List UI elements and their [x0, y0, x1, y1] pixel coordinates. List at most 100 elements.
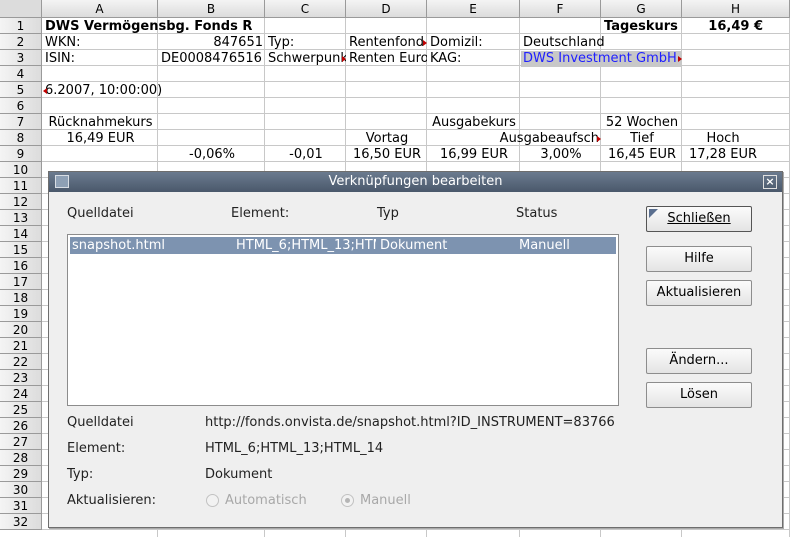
detail-update-label: Aktualisieren: — [67, 493, 157, 508]
cell-h1[interactable]: 16,49 € — [683, 19, 765, 35]
row-header-2[interactable]: 2 — [0, 34, 42, 50]
help-button-label: Hilfe — [684, 251, 714, 266]
cell-d9[interactable]: 16,50 EUR — [347, 147, 427, 163]
help-button[interactable]: Hilfe — [646, 246, 752, 272]
row-header-20[interactable]: 20 — [0, 322, 42, 338]
column-header-d[interactable]: D — [346, 0, 427, 18]
column-header-f[interactable]: F — [520, 0, 601, 18]
close-button[interactable]: Schließen — [646, 206, 752, 232]
row-header-29[interactable]: 29 — [0, 466, 42, 482]
cell-g1[interactable]: Tageskurs — [602, 19, 682, 35]
cell-d2[interactable]: Rentenfond — [347, 35, 427, 51]
row-header-14[interactable]: 14 — [0, 226, 42, 242]
cell-a1[interactable]: DWS Vermögensbg. Fonds R — [43, 19, 343, 35]
row-header-15[interactable]: 15 — [0, 242, 42, 258]
cell-e3[interactable]: KAG: — [428, 51, 520, 67]
cell-g8[interactable]: Tief — [602, 131, 682, 147]
dialog-titlebar[interactable]: Verknüpfungen bearbeiten × — [49, 172, 782, 192]
row-header-12[interactable]: 12 — [0, 194, 42, 210]
row-header-22[interactable]: 22 — [0, 354, 42, 370]
grid-line-horizontal — [42, 529, 790, 530]
update-button[interactable]: Aktualisieren — [646, 280, 752, 306]
radio-manual[interactable] — [341, 494, 354, 507]
links-list[interactable]: snapshot.html HTML_6;HTML_13;HTML_14 Dok… — [67, 234, 619, 406]
row-header-8[interactable]: 8 — [0, 130, 42, 146]
grid-line-horizontal — [42, 81, 790, 82]
cell-c9[interactable]: -0,01 — [266, 147, 346, 163]
row-header-26[interactable]: 26 — [0, 418, 42, 434]
row-header-13[interactable]: 13 — [0, 210, 42, 226]
cell-e2[interactable]: Domizil: — [428, 35, 520, 51]
cell-a7[interactable]: Rücknahmekurs — [43, 115, 158, 131]
cell-a2[interactable]: WKN: — [43, 35, 158, 51]
list-item[interactable]: snapshot.html HTML_6;HTML_13;HTML_14 Dok… — [70, 237, 616, 254]
cell-f8[interactable]: Ausgabeaufsch — [490, 131, 601, 147]
cell-c3[interactable]: Schwerpunk — [266, 51, 346, 67]
row-header-7[interactable]: 7 — [0, 114, 42, 130]
cell-b2[interactable]: 847651 — [159, 35, 265, 51]
row-header-9[interactable]: 9 — [0, 146, 42, 162]
cell-b9[interactable]: -0,06% — [159, 147, 265, 163]
header-element[interactable]: Element: — [231, 206, 289, 221]
cell-g9[interactable]: 16,45 EUR — [602, 147, 682, 163]
cell-g7[interactable]: 52 Wochen — [602, 115, 682, 131]
header-status[interactable]: Status — [516, 206, 557, 221]
radio-automatic[interactable] — [206, 494, 219, 507]
column-header-a[interactable]: A — [42, 0, 158, 18]
list-item-type: Dokument — [380, 238, 448, 253]
detail-element-label: Element: — [67, 441, 126, 456]
cell-h9[interactable]: 17,28 EUR — [683, 147, 763, 163]
row-header-21[interactable]: 21 — [0, 338, 42, 354]
radio-automatic-label[interactable]: Automatisch — [225, 493, 307, 508]
header-source[interactable]: Quelldatei — [67, 206, 134, 221]
column-header-h[interactable]: H — [682, 0, 790, 18]
cell-f3-link[interactable]: DWS Investment GmbH — [521, 51, 682, 67]
close-button-label: Schließen — [667, 211, 731, 226]
cell-a8[interactable]: 16,49 EUR — [43, 131, 158, 147]
modify-button[interactable]: Ändern... — [646, 348, 752, 374]
cell-b3[interactable]: DE0008476516 — [159, 51, 265, 67]
cell-a5[interactable]: 6.2007, 10:00:00) — [43, 83, 223, 99]
list-item-element: HTML_6;HTML_13;HTML_14 — [236, 238, 376, 253]
row-header-27[interactable]: 27 — [0, 434, 42, 450]
row-header-28[interactable]: 28 — [0, 450, 42, 466]
row-header-16[interactable]: 16 — [0, 258, 42, 274]
row-header-17[interactable]: 17 — [0, 274, 42, 290]
column-header-c[interactable]: C — [265, 0, 346, 18]
close-icon[interactable]: × — [763, 175, 777, 189]
row-header-10[interactable]: 10 — [0, 162, 42, 178]
column-header-e[interactable]: E — [427, 0, 520, 18]
cell-e9[interactable]: 16,99 EUR — [428, 147, 520, 163]
cell-h8[interactable]: Hoch — [683, 131, 763, 147]
row-header-23[interactable]: 23 — [0, 370, 42, 386]
radio-manual-label[interactable]: Manuell — [360, 493, 411, 508]
detail-type-label: Typ: — [67, 467, 94, 482]
row-header-6[interactable]: 6 — [0, 98, 42, 114]
cell-f2[interactable]: Deutschland — [521, 35, 641, 51]
row-header-32[interactable]: 32 — [0, 514, 42, 530]
row-header-11[interactable]: 11 — [0, 178, 42, 194]
header-type[interactable]: Typ — [377, 206, 399, 221]
cell-e7[interactable]: Ausgabekurs — [428, 115, 520, 131]
cell-c2[interactable]: Typ: — [266, 35, 346, 51]
row-header-3[interactable]: 3 — [0, 50, 42, 66]
row-header-4[interactable]: 4 — [0, 66, 42, 82]
row-header-5[interactable]: 5 — [0, 82, 42, 98]
cell-f9[interactable]: 3,00% — [521, 147, 601, 163]
row-header-25[interactable]: 25 — [0, 402, 42, 418]
row-header-31[interactable]: 31 — [0, 498, 42, 514]
cell-a3[interactable]: ISIN: — [43, 51, 158, 67]
break-link-button[interactable]: Lösen — [646, 382, 752, 408]
select-all-corner[interactable] — [0, 0, 42, 18]
row-header-1[interactable]: 1 — [0, 18, 42, 34]
column-header-g[interactable]: G — [601, 0, 682, 18]
column-header-b[interactable]: B — [158, 0, 265, 18]
cell-d8[interactable]: Vortag — [347, 131, 427, 147]
row-header-19[interactable]: 19 — [0, 306, 42, 322]
edit-links-dialog[interactable]: Verknüpfungen bearbeiten × Quelldatei El… — [48, 171, 783, 528]
row-header-18[interactable]: 18 — [0, 290, 42, 306]
row-header-30[interactable]: 30 — [0, 482, 42, 498]
row-header-24[interactable]: 24 — [0, 386, 42, 402]
list-item-source: snapshot.html — [72, 238, 166, 253]
cell-d3[interactable]: Renten Euro — [347, 51, 427, 67]
